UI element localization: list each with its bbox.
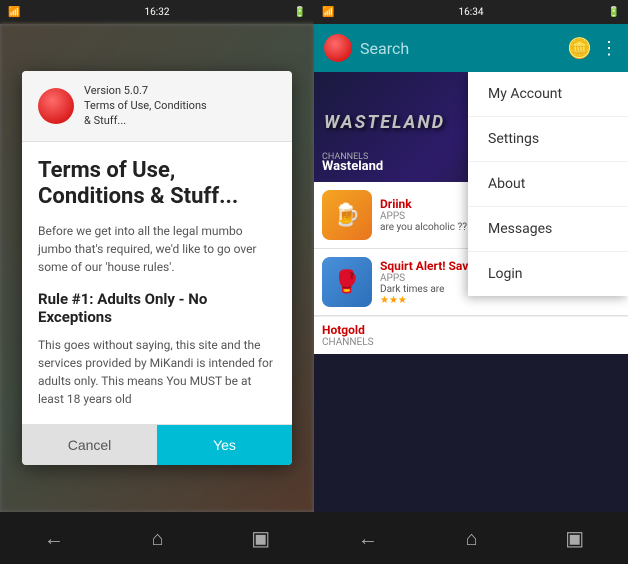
hotgold-name: Hotgold <box>322 323 620 337</box>
dialog-rule-body: This goes without saying, this site and … <box>38 336 276 408</box>
header-actions: 🪙 ⋮ <box>567 36 618 60</box>
cancel-button[interactable]: Cancel <box>22 425 157 465</box>
version-number: Version 5.0.7 <box>84 83 207 98</box>
menu-item-my-account[interactable]: My Account <box>468 72 628 117</box>
dialog-rule-title: Rule #1: Adults Only - No Exceptions <box>38 290 276 326</box>
coins-icon[interactable]: 🪙 <box>567 36 592 60</box>
recent-button-left[interactable]: ▣ <box>251 526 270 550</box>
menu-item-messages[interactable]: Messages <box>468 207 628 252</box>
wasteland-title: WASTELAND <box>324 112 445 133</box>
back-button-right[interactable]: ← <box>358 526 378 551</box>
menu-item-about[interactable]: About <box>468 162 628 207</box>
squirt-app-rating: ★★★ <box>380 295 591 306</box>
yes-button[interactable]: Yes <box>157 425 292 465</box>
dialog-body: Terms of Use, Conditions & Stuff... Befo… <box>22 142 292 425</box>
right-time: 16:34 <box>459 7 484 18</box>
back-button-left[interactable]: ← <box>44 526 64 551</box>
left-status-icons: 📶 <box>8 7 20 18</box>
dropdown-menu: My Account Settings About Messages Login <box>468 72 628 296</box>
recent-button-right[interactable]: ▣ <box>565 526 584 550</box>
dialog-header: Version 5.0.7 Terms of Use, Conditions &… <box>22 71 292 142</box>
right-status-icons: 📶 <box>322 7 334 18</box>
sim-icon-right: 📶 <box>322 7 334 18</box>
left-panel: 📶 16:32 🔋 Version 5.0.7 Terms of Use, Co… <box>0 0 314 564</box>
status-bar-right: 📶 16:34 🔋 <box>314 0 628 24</box>
featured-category: CHANNELS <box>322 152 368 162</box>
nav-bar-right: ← ⌂ ▣ <box>314 512 628 564</box>
content-area: WASTELAND Wasteland CHANNELS 799 🍺 Driin… <box>314 72 628 512</box>
hotgold-section[interactable]: Hotgold CHANNELS <box>314 316 628 354</box>
app-header: Search 🪙 ⋮ <box>314 24 628 72</box>
terms-dialog: Version 5.0.7 Terms of Use, Conditions &… <box>22 71 292 466</box>
dialog-title: Terms of Use, Conditions & Stuff... <box>38 158 276 211</box>
battery-icon: 🔋 <box>294 7 306 18</box>
dialog-actions: Cancel Yes <box>22 424 292 465</box>
search-label[interactable]: Search <box>360 39 559 58</box>
sim-icon: 📶 <box>8 7 20 18</box>
menu-item-settings[interactable]: Settings <box>468 117 628 162</box>
beer-app-icon: 🍺 <box>322 190 372 240</box>
dialog-overlay: Version 5.0.7 Terms of Use, Conditions &… <box>0 24 314 512</box>
home-button-left[interactable]: ⌂ <box>151 526 163 551</box>
nav-bar-left: ← ⌂ ▣ <box>0 512 314 564</box>
menu-item-login[interactable]: Login <box>468 252 628 296</box>
more-menu-icon[interactable]: ⋮ <box>600 38 618 59</box>
dialog-intro-text: Before we get into all the legal mumbo j… <box>38 222 276 276</box>
dialog-version-info: Version 5.0.7 Terms of Use, Conditions &… <box>84 83 207 129</box>
app-logo <box>38 88 74 124</box>
home-button-right[interactable]: ⌂ <box>465 526 477 551</box>
header-subtitle: Terms of Use, Conditions & Stuff... <box>84 98 207 129</box>
header-logo <box>324 34 352 62</box>
hotgold-category: CHANNELS <box>322 337 620 348</box>
left-time: 16:32 <box>145 7 170 18</box>
battery-icon-right: 🔋 <box>608 7 620 18</box>
status-bar-left: 📶 16:32 🔋 <box>0 0 314 24</box>
right-panel: 📶 16:34 🔋 Search 🪙 ⋮ WASTELAND Wasteland… <box>314 0 628 564</box>
squirt-app-icon: 🥊 <box>322 257 372 307</box>
